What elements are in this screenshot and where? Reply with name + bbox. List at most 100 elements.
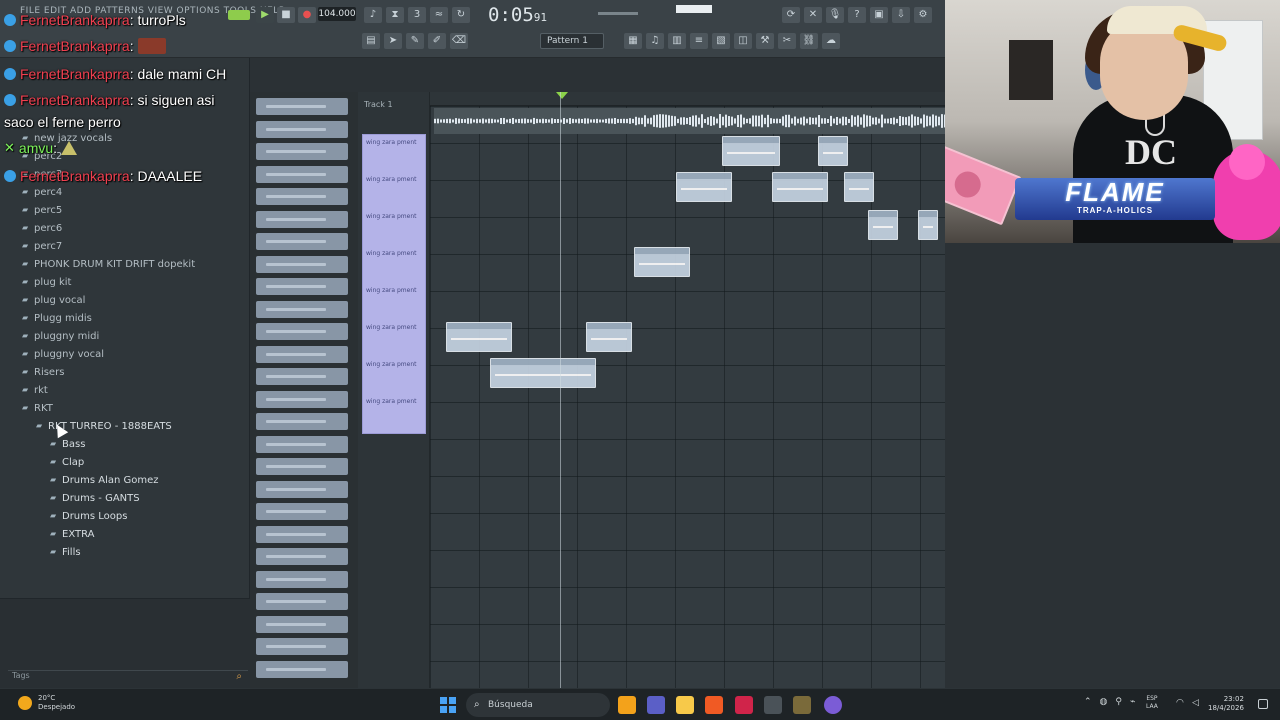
arrow-tool-icon[interactable]: ➤ xyxy=(384,33,402,49)
loop-record-icon[interactable]: ↻ xyxy=(452,7,470,23)
channel-slot[interactable] xyxy=(256,525,348,543)
notification-icon[interactable] xyxy=(1258,699,1268,709)
start-button[interactable] xyxy=(440,697,456,713)
view-link-icon[interactable]: ⛓ xyxy=(800,33,818,49)
browser-folder-item[interactable]: ▰ Risers xyxy=(22,364,64,380)
timeline-ruler[interactable] xyxy=(430,92,945,106)
capcut-app-icon[interactable] xyxy=(764,696,782,714)
browser-folder-item[interactable]: ▰ EXTRA xyxy=(50,526,95,542)
browser-folder-item[interactable]: ▰ plug vocal xyxy=(22,292,85,308)
clip-header[interactable] xyxy=(819,137,847,143)
paint-tool-icon[interactable]: ✎ xyxy=(406,33,424,49)
trash-tool-icon[interactable]: ⌫ xyxy=(450,33,468,49)
browser-folder-item[interactable]: ▰ perc6 xyxy=(22,220,62,236)
browser-folder-item[interactable]: ▰ PHONK DRUM KIT DRIFT dopekit xyxy=(22,256,195,272)
reset-icon[interactable]: ⟳ xyxy=(782,7,800,23)
system-clock[interactable]: 23:02 18/4/2026 xyxy=(1208,695,1244,713)
wait-icon[interactable]: ⧗ xyxy=(386,7,404,23)
view-browser-icon[interactable]: ▧ xyxy=(712,33,730,49)
fl-studio-app-icon[interactable] xyxy=(618,696,636,714)
channel-slot[interactable] xyxy=(256,210,348,228)
browser-folder-item[interactable]: ▰ Clap xyxy=(50,454,84,470)
view-cloud-icon[interactable]: ☁ xyxy=(822,33,840,49)
channel-slot[interactable] xyxy=(256,435,348,453)
teams-app-icon[interactable] xyxy=(647,696,665,714)
channel-slot[interactable] xyxy=(256,570,348,588)
clip-header[interactable] xyxy=(447,323,511,329)
channel-slot[interactable] xyxy=(256,390,348,408)
clip-header[interactable] xyxy=(723,137,779,143)
clip-header[interactable] xyxy=(635,248,689,254)
weather-widget[interactable]: 20°C Despejado xyxy=(18,694,75,712)
chevron-up-icon[interactable]: ⌃ xyxy=(1084,697,1092,707)
app-red-icon[interactable] xyxy=(735,696,753,714)
mic-icon[interactable]: 🎙 xyxy=(826,7,844,23)
clip-header[interactable] xyxy=(845,173,873,179)
tempo-display[interactable]: 104.000 xyxy=(318,7,356,21)
pattern-selector[interactable]: Pattern 1 xyxy=(540,33,604,49)
channel-slot[interactable] xyxy=(256,255,348,273)
audio-clip[interactable] xyxy=(634,247,690,277)
clip-header[interactable] xyxy=(919,211,937,217)
browser-folder-item[interactable]: ▰ Drums Loops xyxy=(50,508,127,524)
view-edit-icon[interactable]: ✂ xyxy=(778,33,796,49)
channel-slot[interactable] xyxy=(256,615,348,633)
audio-clip[interactable] xyxy=(868,210,898,240)
browser-folder-item[interactable]: ▰ Plugg midis xyxy=(22,310,92,326)
channel-slot[interactable] xyxy=(256,323,348,340)
volume-icon[interactable]: ◁ xyxy=(1192,698,1199,708)
search-icon[interactable]: ⌕ xyxy=(236,671,242,682)
song-marker-icon[interactable] xyxy=(556,92,568,99)
channel-slot[interactable] xyxy=(256,458,348,475)
channel-slot[interactable] xyxy=(256,593,348,610)
audio-clip[interactable] xyxy=(446,322,512,352)
tray-mic-icon[interactable]: ⌁ xyxy=(1130,697,1135,707)
tray-app-icon[interactable]: ◍ xyxy=(1100,697,1108,707)
metronome-icon[interactable]: ♪ xyxy=(364,7,382,23)
view-playlist-icon[interactable]: ▦ xyxy=(624,33,642,49)
channel-slot[interactable] xyxy=(256,660,348,678)
browser-tags-search[interactable]: Tags ⌕ xyxy=(8,670,248,684)
view-piano-roll-icon[interactable]: ♫ xyxy=(646,33,664,49)
save-icon[interactable]: ▣ xyxy=(870,7,888,23)
audio-clip[interactable] xyxy=(722,136,780,166)
master-volume-slider[interactable] xyxy=(598,12,638,15)
clip-header[interactable] xyxy=(677,173,731,179)
taskbar-search-box[interactable]: ⌕ Búsqueda xyxy=(466,693,610,717)
language-indicator[interactable]: ESP LAA xyxy=(1146,695,1158,711)
discord-app-icon[interactable] xyxy=(824,696,842,714)
channel-slot[interactable] xyxy=(256,233,348,250)
browser-folder-item[interactable]: ▰ Bass xyxy=(50,436,85,452)
browser-folder-item[interactable]: ▰ plug kit xyxy=(22,274,71,290)
clip-header[interactable] xyxy=(491,359,595,365)
tray-bluetooth-icon[interactable]: ⚲ xyxy=(1115,697,1122,707)
clip-header[interactable] xyxy=(773,173,827,179)
browser-folder-item[interactable]: ▰ Drums - GANTS xyxy=(50,490,140,506)
audio-clip[interactable] xyxy=(586,322,632,352)
audio-clip[interactable] xyxy=(818,136,848,166)
browser-folder-item[interactable]: ▰ Drums Alan Gomez xyxy=(50,472,159,488)
channel-slot[interactable] xyxy=(256,638,348,655)
brave-browser-icon[interactable] xyxy=(705,696,723,714)
playhead[interactable] xyxy=(560,92,561,688)
audio-clip[interactable] xyxy=(676,172,732,202)
view-mixer-icon[interactable]: ≡ xyxy=(690,33,708,49)
channel-slot[interactable] xyxy=(256,480,348,498)
browser-folder-item[interactable]: ▰ Fills xyxy=(50,544,81,560)
app-folder-icon[interactable] xyxy=(793,696,811,714)
channel-slot[interactable] xyxy=(256,548,348,565)
audio-clip[interactable] xyxy=(918,210,938,240)
stop-button[interactable]: ■ xyxy=(277,7,295,23)
browser-folder-item[interactable]: ▰ rkt xyxy=(22,382,48,398)
browser-folder-item[interactable]: ▰ pluggny midi xyxy=(22,328,99,344)
view-tool-icon[interactable]: ⚒ xyxy=(756,33,774,49)
browser-folder-item[interactable]: ▰ pluggny vocal xyxy=(22,346,104,362)
blend-icon[interactable]: ≈ xyxy=(430,7,448,23)
pencil-tool-icon[interactable]: ✐ xyxy=(428,33,446,49)
browser-folder-item[interactable]: ▰ perc7 xyxy=(22,238,62,254)
channel-slot[interactable] xyxy=(256,345,348,363)
file-explorer-icon[interactable] xyxy=(676,696,694,714)
audio-clip[interactable] xyxy=(490,358,596,388)
channel-slot[interactable] xyxy=(256,503,348,520)
snap-icon[interactable]: ▤ xyxy=(362,33,380,49)
